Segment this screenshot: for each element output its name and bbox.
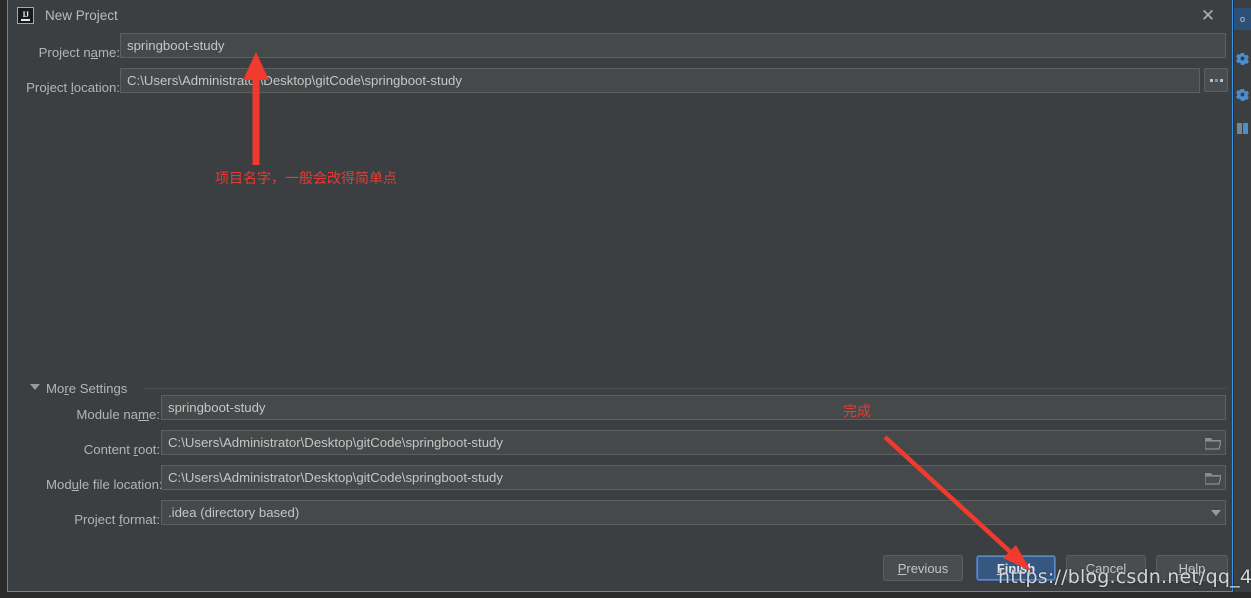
mnemonic-char: u (71, 477, 79, 492)
folder-icon[interactable] (1204, 437, 1222, 450)
ide-tool-window-tab[interactable]: o (1234, 8, 1251, 30)
mnemonic-char: m (138, 407, 149, 422)
project-name-input[interactable]: springboot-study (120, 33, 1226, 58)
dialog-title: New Project (45, 8, 118, 23)
annotation-project-name: 项目名字，一般会改得简单点 (215, 171, 397, 187)
project-format-label: Project format: (74, 512, 160, 527)
module-file-location-input[interactable]: C:\Users\Administrator\Desktop\gitCode\s… (161, 465, 1226, 490)
dialog-titlebar: IJ New Project ✕ (8, 0, 1232, 33)
project-name-label: Project name: (38, 45, 120, 60)
folder-icon[interactable] (1204, 472, 1222, 485)
mnemonic-char: P (897, 560, 907, 576)
module-name-label: Module name: (76, 407, 160, 422)
content-root-input[interactable]: C:\Users\Administrator\Desktop\gitCode\s… (161, 430, 1226, 455)
module-name-input[interactable]: springboot-study (161, 395, 1226, 420)
annotation-finish: 完成 (843, 404, 871, 420)
section-divider (143, 388, 1227, 389)
project-location-input[interactable]: C:\Users\Administrator\Desktop\gitCode\s… (120, 68, 1200, 93)
previous-button[interactable]: Previous (883, 555, 963, 581)
screen: o IJ New Project ✕ Project name: springb… (0, 0, 1251, 598)
project-location-label: Project location: (26, 80, 120, 95)
content-root-label: Content root: (83, 442, 160, 457)
intellij-idea-icon: IJ (17, 7, 34, 24)
desktop-gutter-left (0, 0, 7, 598)
close-icon[interactable]: ✕ (1198, 6, 1218, 26)
module-file-location-label: Module file location: (46, 477, 163, 492)
desktop-gutter-bottom (0, 592, 1251, 598)
more-settings-label[interactable]: More Settings (46, 381, 127, 396)
gear-icon[interactable] (1236, 52, 1249, 65)
more-settings-collapse-icon[interactable] (30, 384, 40, 390)
gear-icon[interactable] (1236, 88, 1249, 101)
new-project-dialog: IJ New Project ✕ Project name: springboo… (7, 0, 1233, 592)
browse-location-button[interactable] (1204, 68, 1228, 92)
module-icon[interactable] (1236, 122, 1249, 135)
watermark-text: https://blog.csdn.net/qq_45142744 (998, 566, 1251, 588)
mnemonic-char: a (90, 45, 99, 60)
chevron-down-icon[interactable] (1211, 510, 1221, 516)
project-format-select[interactable]: .idea (directory based) (161, 500, 1226, 525)
